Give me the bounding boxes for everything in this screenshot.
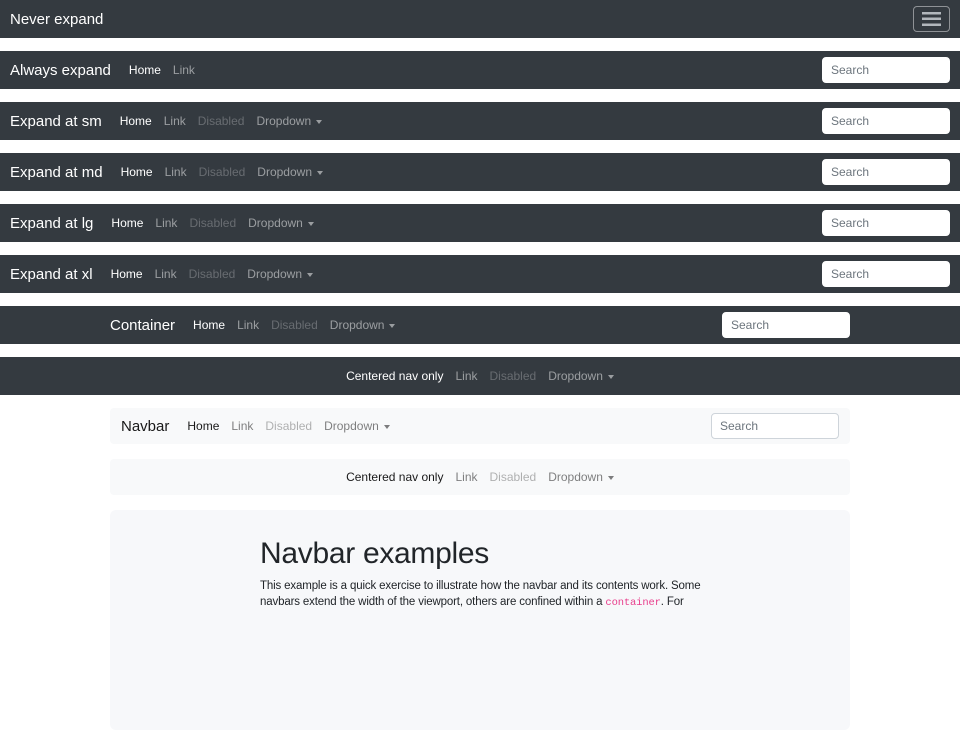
search-input[interactable] bbox=[722, 312, 850, 338]
nav-link-link[interactable]: Link bbox=[449, 470, 483, 484]
navbar-brand[interactable]: Always expand bbox=[10, 62, 111, 79]
navbar-light: Navbar Home Link Disabled Dropdown bbox=[110, 408, 850, 444]
nav-link-link[interactable]: Link bbox=[231, 318, 265, 332]
nav-list: Home Link Disabled Dropdown bbox=[105, 265, 319, 283]
light-section: Navbar Home Link Disabled Dropdown Cente… bbox=[110, 408, 850, 730]
navbar-always-expand: Always expand Home Link bbox=[0, 51, 960, 89]
nav-list: Centered nav only Link Disabled Dropdown bbox=[340, 468, 620, 486]
nav-link-dropdown[interactable]: Dropdown bbox=[542, 369, 620, 383]
nav-link-disabled[interactable]: Disabled bbox=[265, 318, 324, 332]
navbar-brand[interactable]: Expand at xl bbox=[10, 266, 93, 283]
search-input[interactable] bbox=[822, 108, 950, 134]
dropdown-label: Dropdown bbox=[247, 267, 302, 281]
nav-link-dropdown[interactable]: Dropdown bbox=[251, 165, 329, 179]
hamburger-icon bbox=[922, 12, 941, 26]
navbar-expand-lg: Expand at lg Home Link Disabled Dropdown bbox=[0, 204, 960, 242]
navbar-brand[interactable]: Expand at lg bbox=[10, 215, 93, 232]
nav-link-disabled[interactable]: Disabled bbox=[183, 267, 242, 281]
chevron-down-icon bbox=[316, 120, 322, 124]
intro-paragraph-line-2: navbars extend the width of the viewport… bbox=[260, 594, 700, 611]
nav-link-dropdown[interactable]: Dropdown bbox=[542, 470, 620, 484]
navbar-container: Container Home Link Disabled Dropdown bbox=[0, 306, 960, 344]
nav-list: Centered nav only Link Disabled Dropdown bbox=[340, 367, 620, 385]
dropdown-label: Dropdown bbox=[256, 114, 311, 128]
nav-link-home[interactable]: Home bbox=[123, 63, 167, 77]
search-input[interactable] bbox=[822, 210, 950, 236]
nav-link-link[interactable]: Link bbox=[159, 165, 193, 179]
search-input[interactable] bbox=[822, 261, 950, 287]
navbar-centered-light: Centered nav only Link Disabled Dropdown bbox=[110, 459, 850, 495]
nav-link-home[interactable]: Home bbox=[105, 267, 149, 281]
navbar-toggler-button[interactable] bbox=[913, 6, 950, 32]
intro-text: . For bbox=[661, 596, 684, 608]
chevron-down-icon bbox=[307, 273, 313, 277]
nav-link-link[interactable]: Link bbox=[167, 63, 201, 77]
code-container: container bbox=[605, 597, 660, 609]
nav-link-home[interactable]: Home bbox=[115, 165, 159, 179]
jumbotron: Navbar examples This example is a quick … bbox=[110, 510, 850, 730]
nav-link-disabled[interactable]: Disabled bbox=[183, 216, 242, 230]
chevron-down-icon bbox=[317, 171, 323, 175]
nav-link-home[interactable]: Home bbox=[114, 114, 158, 128]
nav-link-dropdown[interactable]: Dropdown bbox=[324, 318, 402, 332]
intro-text: navbars extend the width of the viewport… bbox=[260, 596, 605, 608]
intro-paragraph-line-1: This example is a quick exercise to illu… bbox=[260, 578, 700, 594]
nav-link-home[interactable]: Home bbox=[181, 419, 225, 433]
navbar-expand-md: Expand at md Home Link Disabled Dropdown bbox=[0, 153, 960, 191]
nav-link-link[interactable]: Link bbox=[149, 216, 183, 230]
dropdown-label: Dropdown bbox=[330, 318, 385, 332]
navbar-brand[interactable]: Container bbox=[110, 317, 175, 334]
nav-list: Home Link Disabled Dropdown bbox=[115, 163, 329, 181]
nav-link-dropdown[interactable]: Dropdown bbox=[242, 216, 320, 230]
navbar-expand-xl: Expand at xl Home Link Disabled Dropdown bbox=[0, 255, 960, 293]
navbar-centered-dark: Centered nav only Link Disabled Dropdown bbox=[0, 357, 960, 395]
nav-link-disabled[interactable]: Disabled bbox=[193, 165, 252, 179]
nav-link-centered[interactable]: Centered nav only bbox=[340, 470, 449, 484]
navbar-brand[interactable]: Expand at sm bbox=[10, 113, 102, 130]
chevron-down-icon bbox=[608, 476, 614, 480]
nav-link-disabled[interactable]: Disabled bbox=[259, 419, 318, 433]
navbar-expand-sm: Expand at sm Home Link Disabled Dropdown bbox=[0, 102, 960, 140]
nav-link-dropdown[interactable]: Dropdown bbox=[250, 114, 328, 128]
nav-list: Home Link bbox=[123, 61, 201, 79]
navbar-brand[interactable]: Navbar bbox=[121, 418, 169, 435]
nav-link-disabled[interactable]: Disabled bbox=[484, 470, 543, 484]
chevron-down-icon bbox=[308, 222, 314, 226]
nav-link-disabled[interactable]: Disabled bbox=[192, 114, 251, 128]
nav-list: Home Link Disabled Dropdown bbox=[187, 316, 401, 334]
nav-link-disabled[interactable]: Disabled bbox=[484, 369, 543, 383]
nav-link-link[interactable]: Link bbox=[225, 419, 259, 433]
nav-list: Home Link Disabled Dropdown bbox=[114, 112, 328, 130]
nav-link-link[interactable]: Link bbox=[149, 267, 183, 281]
nav-link-link[interactable]: Link bbox=[158, 114, 192, 128]
dropdown-label: Dropdown bbox=[248, 216, 303, 230]
nav-link-dropdown[interactable]: Dropdown bbox=[318, 419, 396, 433]
navbar-brand[interactable]: Expand at md bbox=[10, 164, 103, 181]
search-input[interactable] bbox=[822, 57, 950, 83]
nav-link-dropdown[interactable]: Dropdown bbox=[241, 267, 319, 281]
search-input[interactable] bbox=[822, 159, 950, 185]
navbar-brand[interactable]: Never expand bbox=[10, 11, 103, 28]
dropdown-label: Dropdown bbox=[548, 369, 603, 383]
dropdown-label: Dropdown bbox=[257, 165, 312, 179]
navbar-never-expand: Never expand bbox=[0, 0, 960, 38]
nav-link-home[interactable]: Home bbox=[105, 216, 149, 230]
nav-list: Home Link Disabled Dropdown bbox=[181, 417, 395, 435]
nav-link-link[interactable]: Link bbox=[449, 369, 483, 383]
chevron-down-icon bbox=[389, 324, 395, 328]
chevron-down-icon bbox=[608, 375, 614, 379]
dropdown-label: Dropdown bbox=[324, 419, 379, 433]
nav-list: Home Link Disabled Dropdown bbox=[105, 214, 319, 232]
nav-link-centered[interactable]: Centered nav only bbox=[340, 369, 449, 383]
search-input[interactable] bbox=[711, 413, 839, 439]
chevron-down-icon bbox=[384, 425, 390, 429]
nav-link-home[interactable]: Home bbox=[187, 318, 231, 332]
dropdown-label: Dropdown bbox=[548, 470, 603, 484]
page-title: Navbar examples bbox=[260, 536, 700, 572]
